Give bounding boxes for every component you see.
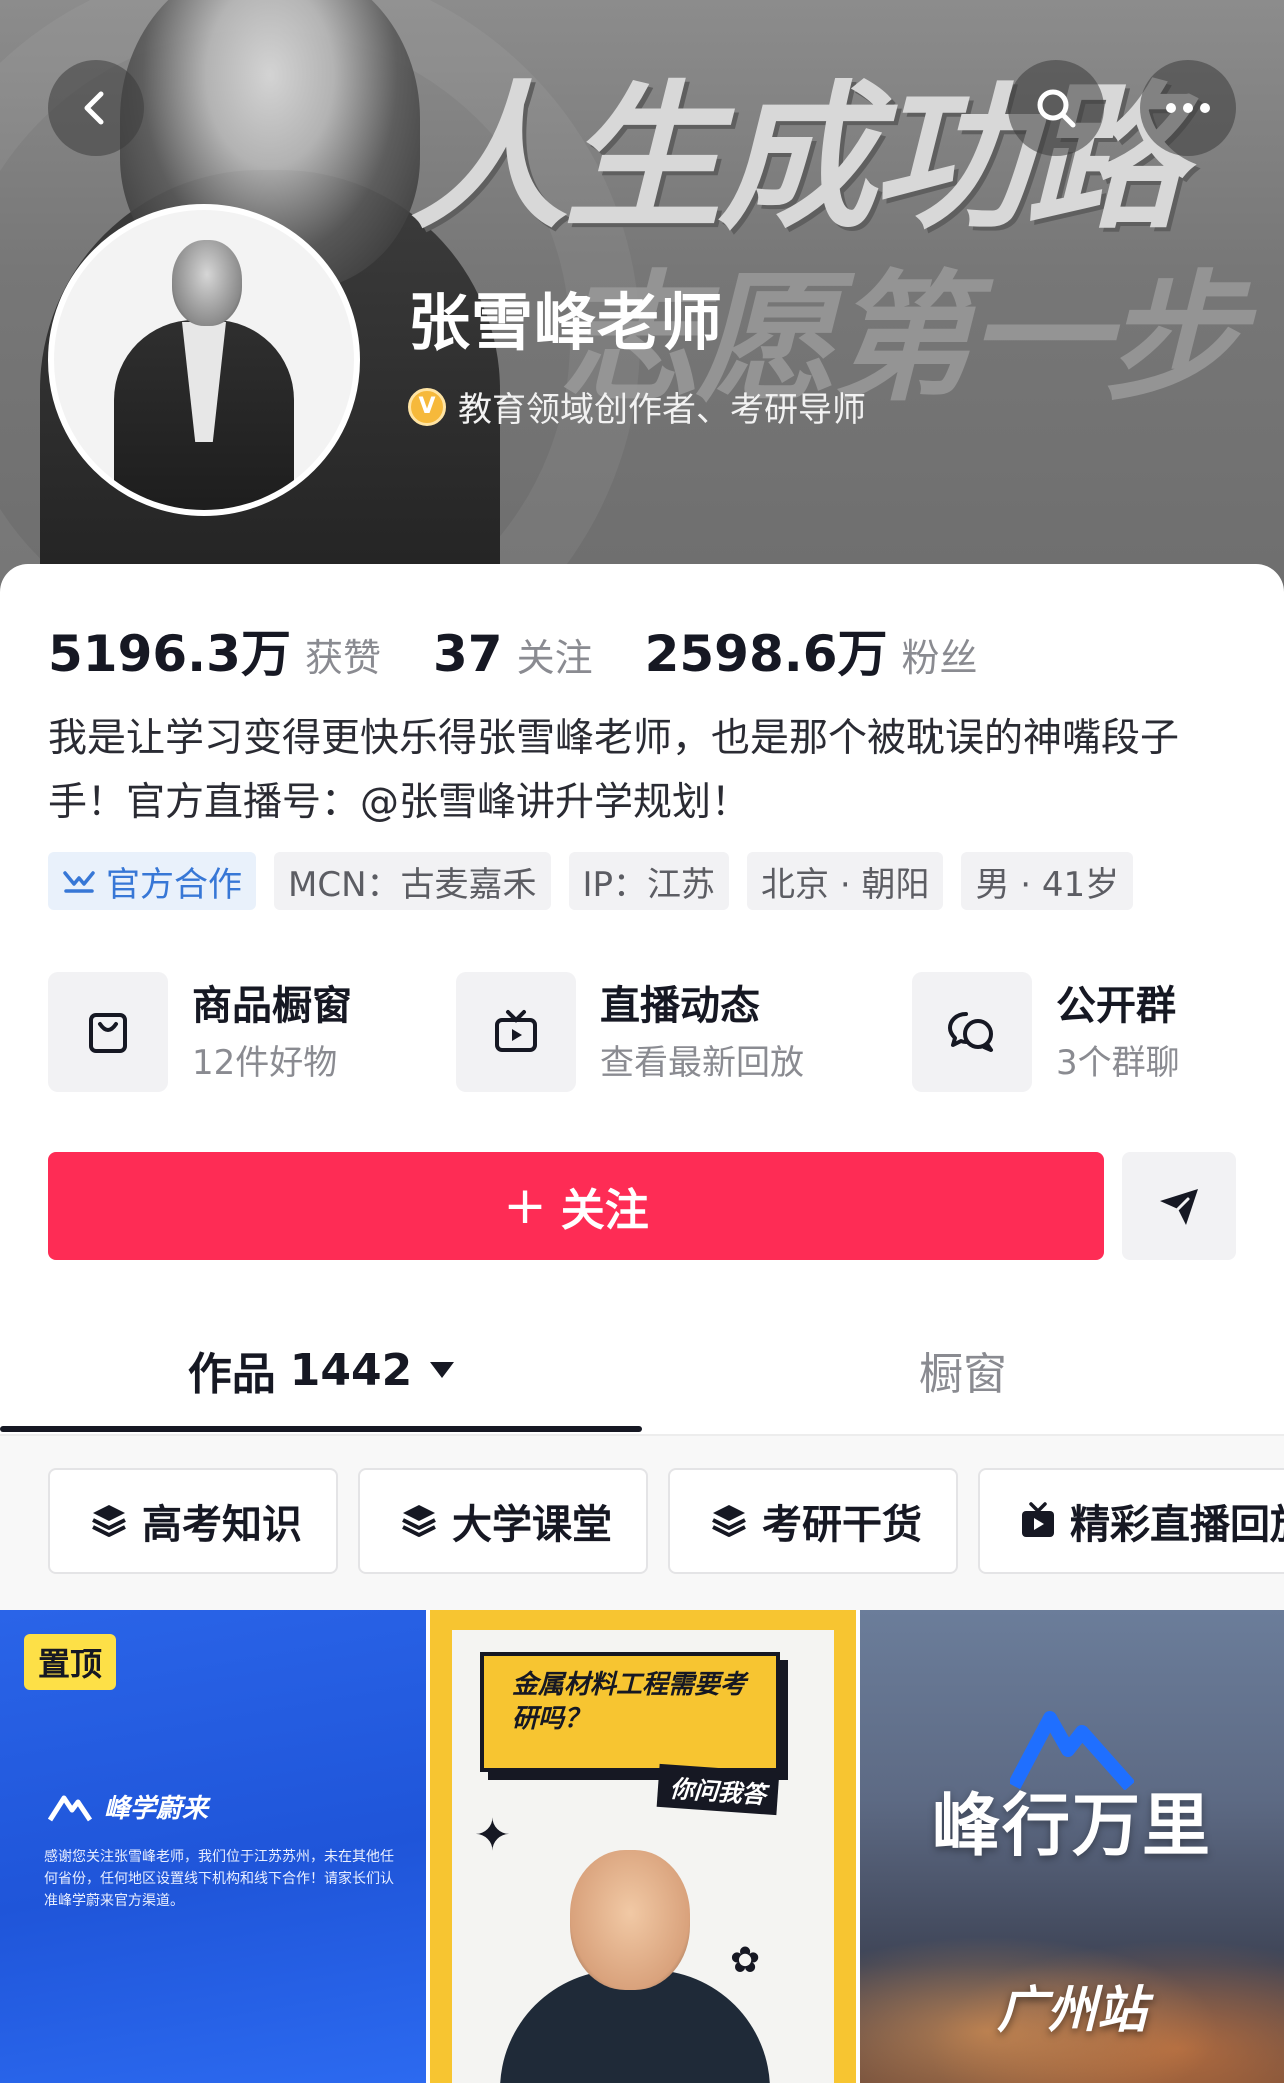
follow-button[interactable]: + 关注 [48, 1152, 1104, 1260]
public-group-entry[interactable]: 公开群 3个群聊 [912, 972, 1180, 1092]
search-button[interactable] [1008, 60, 1104, 156]
flower-icon: ✿ [730, 1940, 761, 1981]
sparkle-icon: ✦ [474, 1810, 511, 1861]
bio-text: 我是让学习变得更快乐得张雪峰老师，也是那个被耽误的神嘴段子手！官方直播号：@张雪… [48, 716, 1180, 825]
tab-works-label: 作品 [187, 1349, 276, 1400]
tv-icon [495, 1010, 537, 1052]
search-icon [1037, 89, 1076, 128]
tab-works[interactable]: 作品 1442 [0, 1304, 642, 1436]
mcn-tag: MCN：古麦嘉禾 [274, 852, 551, 910]
gender-age-tag: 男 · 41岁 [961, 852, 1134, 910]
chat-bubbles-icon [948, 1012, 993, 1052]
shopping-bag-icon [89, 1013, 127, 1053]
collection-chip-label: 精彩直播回放 [1070, 1502, 1284, 1548]
collection-chip-label: 考研干货 [762, 1502, 922, 1548]
likes-label: 获赞 [304, 636, 381, 680]
brand-name: 峰学蔚来 [104, 1794, 209, 1824]
collection-chips: 高考知识 大学课堂 考研干货 精彩直播回放 [0, 1436, 1284, 1610]
followers-count[interactable]: 2598.6万 [645, 614, 888, 686]
collection-chip-postgrad[interactable]: 考研干货 [668, 1468, 958, 1574]
avatar[interactable] [48, 204, 360, 516]
message-button[interactable] [1122, 1152, 1236, 1260]
video-thumbnail[interactable]: 金属材料工程需要考研吗？ 你问我答 ✦ ✿ [430, 1610, 856, 2083]
video-grid: 置顶 峰学蔚来 感谢您关注张雪峰老师，我们位于江苏苏州，未在其他任何省份，任何地… [0, 1610, 1284, 2083]
layers-icon [712, 1505, 746, 1537]
video-question: 金属材料工程需要考研吗？ [512, 1670, 747, 1734]
chevron-down-icon [430, 1362, 455, 1378]
public-group-subtitle: 3个群聊 [1056, 1043, 1180, 1083]
location-tag: 北京 · 朝阳 [747, 852, 944, 910]
collection-chip-label: 大学课堂 [452, 1502, 612, 1548]
verification-text: 教育领域创作者、考研导师 [458, 390, 866, 430]
avatar-figure-head [172, 240, 242, 326]
layers-icon [402, 1505, 436, 1537]
followers-label[interactable]: 粉丝 [902, 627, 978, 682]
live-updates-subtitle: 查看最新回放 [600, 1043, 804, 1083]
collection-chip-gaokao[interactable]: 高考知识 [48, 1468, 338, 1574]
brand-logo: 峰学蔚来 [48, 1788, 208, 1825]
more-icon [1166, 103, 1210, 113]
video-thumbnail-pinned[interactable]: 置顶 峰学蔚来 感谢您关注张雪峰老师，我们位于江苏苏州，未在其他任何省份，任何地… [0, 1610, 426, 2083]
feature-row: 商品橱窗 12件好物 直播动态 查看最新回放 公开群 3个群聊 [48, 972, 1236, 1092]
back-button[interactable] [48, 60, 144, 156]
following-label[interactable]: 关注 [517, 627, 593, 682]
video-city: 广州站 [997, 1981, 1147, 2039]
tab-works-count: 1442 [289, 1344, 413, 1396]
following-count[interactable]: 37 [433, 625, 503, 683]
public-group-title: 公开群 [1056, 983, 1176, 1029]
video-thumbnail[interactable]: 峰行万里 广州站 [860, 1610, 1284, 2083]
collection-chip-university[interactable]: 大学课堂 [358, 1468, 648, 1574]
profile-card: 5196.3万 获赞 37 关注 2598.6万 粉丝 我是让学习变得更快乐得张… [0, 564, 1284, 2083]
content-tabs: 作品 1442 橱窗 [0, 1304, 1284, 1436]
mountain-logo-icon [48, 1795, 92, 1821]
live-updates-title: 直播动态 [600, 983, 760, 1029]
tab-shop-window-label: 橱窗 [919, 1349, 1007, 1400]
official-cooperation-tag[interactable]: 官方合作 [48, 852, 256, 910]
tab-shop-window[interactable]: 橱窗 [642, 1304, 1284, 1436]
video-title: 峰行万里 [931, 1787, 1212, 1866]
live-updates-entry[interactable]: 直播动态 查看最新回放 [456, 972, 804, 1092]
more-button[interactable] [1140, 60, 1236, 156]
video-ask-label: 你问我答 [656, 1763, 780, 1816]
follow-label: 关注 [560, 1185, 649, 1236]
pinned-badge: 置顶 [24, 1634, 117, 1690]
shop-window-title: 商品橱窗 [192, 983, 352, 1029]
collection-chip-live-replay[interactable]: 精彩直播回放 [978, 1468, 1284, 1574]
verified-icon: V [408, 387, 446, 426]
verification-row: V 教育领域创作者、考研导师 [408, 382, 866, 431]
ip-tag: IP：江苏 [568, 852, 730, 910]
profile-name: 张雪峰老师 [408, 286, 724, 359]
collection-chip-label: 高考知识 [142, 1502, 302, 1548]
stats-row: 5196.3万 获赞 37 关注 2598.6万 粉丝 [48, 614, 978, 686]
official-tag-label: 官方合作 [106, 864, 242, 905]
back-icon [84, 91, 104, 125]
handshake-icon [63, 871, 95, 893]
layers-icon [92, 1505, 126, 1537]
tv-icon [1022, 1502, 1054, 1537]
tag-row: 官方合作 MCN：古麦嘉禾 IP：江苏 北京 · 朝阳 男 · 41岁 [48, 852, 1134, 910]
plus-icon: + [503, 1176, 547, 1236]
send-icon [1160, 1189, 1198, 1225]
active-tab-indicator [0, 1426, 642, 1432]
likes-count: 5196.3万 [48, 625, 291, 683]
presenter-head [570, 1850, 690, 1990]
shop-window-subtitle: 12件好物 [192, 1043, 338, 1083]
video-notice-text: 感谢您关注张雪峰老师，我们位于江苏苏州，未在其他任何省份，任何地区设置线下机构和… [44, 1849, 394, 1909]
shop-window-entry[interactable]: 商品橱窗 12件好物 [48, 972, 352, 1092]
